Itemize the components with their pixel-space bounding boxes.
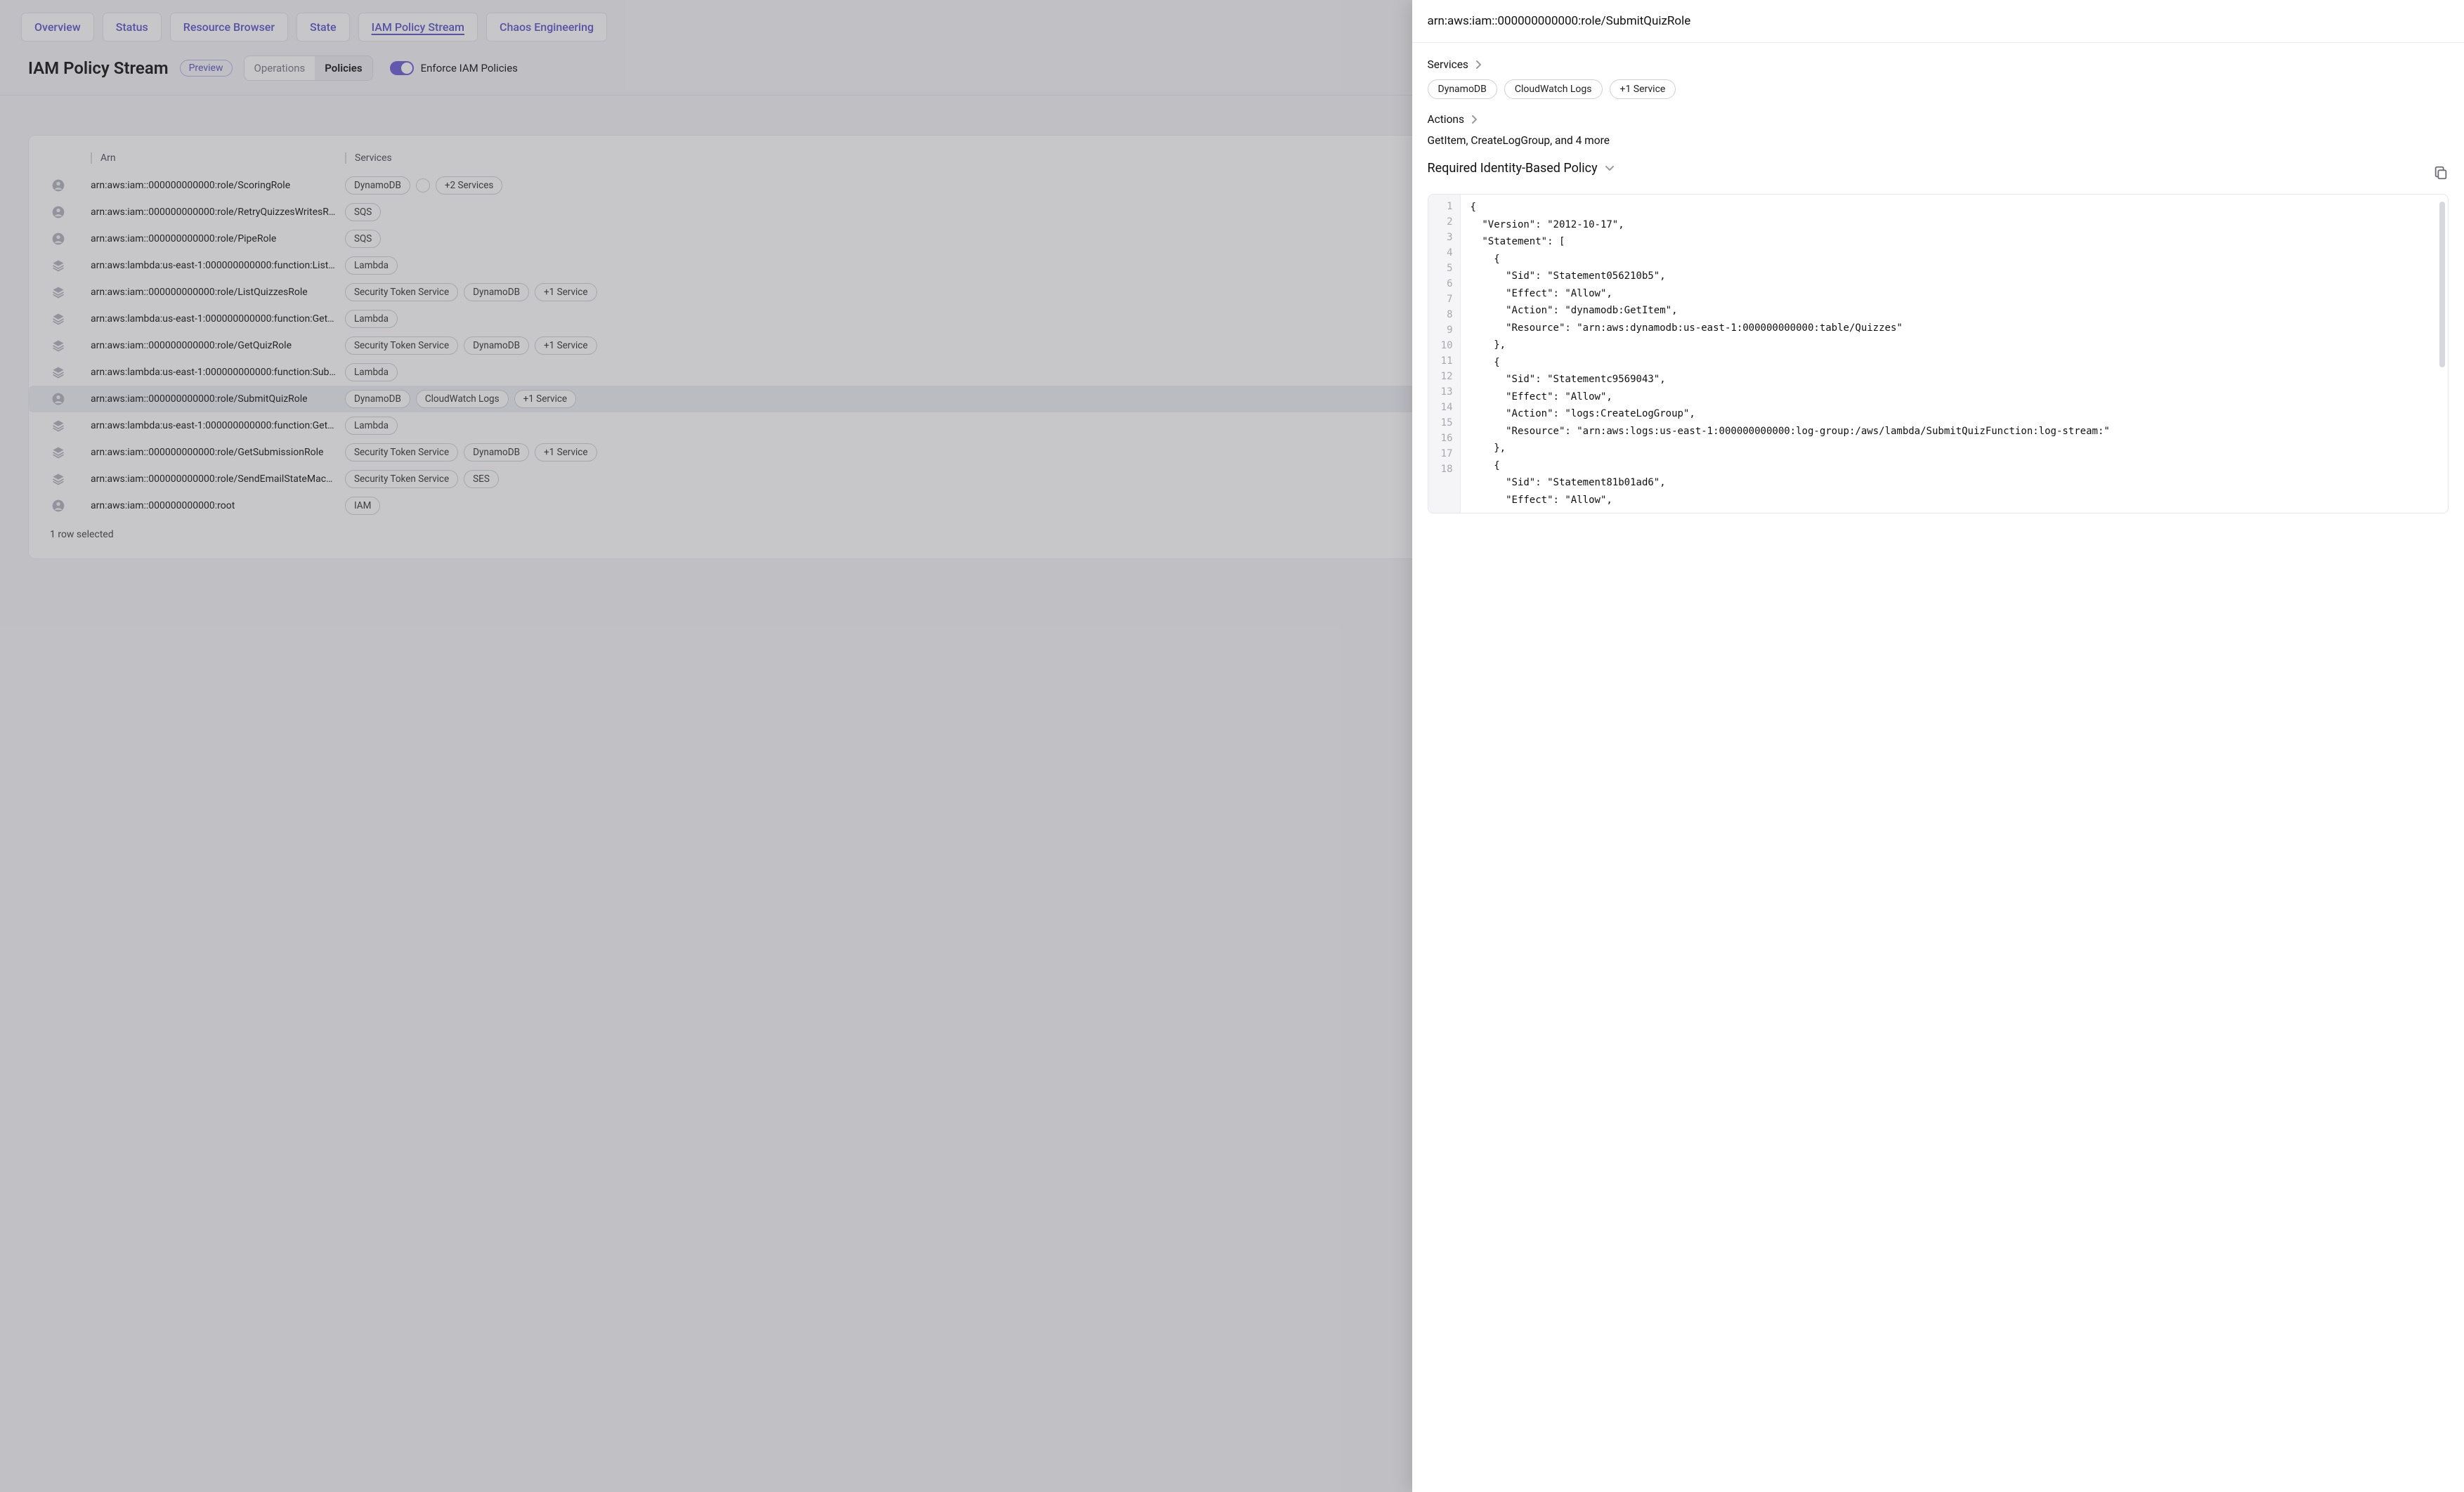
actions-summary: GetItem, CreateLogGroup, and 4 more — [1428, 134, 2449, 147]
scrollbar-thumb[interactable] — [2439, 202, 2445, 367]
actions-label: Actions — [1428, 113, 1464, 126]
code-content[interactable]: { "Version": "2012-10-17", "Statement": … — [1461, 195, 2448, 513]
actions-section-header[interactable]: Actions — [1428, 113, 2449, 126]
policy-heading: Required Identity-Based Policy — [1428, 161, 1598, 176]
chevron-down-icon — [1605, 165, 1615, 172]
chevron-right-icon — [1471, 115, 1478, 124]
code-gutter: 123456789101112131415161718 — [1428, 195, 1461, 513]
service-pill[interactable]: +1 Service — [1610, 79, 1676, 99]
panel-title: arn:aws:iam::000000000000:role/SubmitQui… — [1412, 0, 2464, 43]
copy-button[interactable] — [2433, 165, 2449, 181]
policy-code: 123456789101112131415161718 { "Version":… — [1428, 194, 2449, 513]
service-pill[interactable]: DynamoDB — [1428, 79, 1497, 99]
service-pill[interactable]: CloudWatch Logs — [1504, 79, 1603, 99]
chevron-right-icon — [1475, 60, 1482, 69]
services-label: Services — [1428, 58, 1468, 71]
services-section-header[interactable]: Services — [1428, 58, 2449, 71]
details-panel: arn:aws:iam::000000000000:role/SubmitQui… — [1412, 0, 2464, 1492]
policy-section-header[interactable]: Required Identity-Based Policy — [1428, 161, 1615, 176]
